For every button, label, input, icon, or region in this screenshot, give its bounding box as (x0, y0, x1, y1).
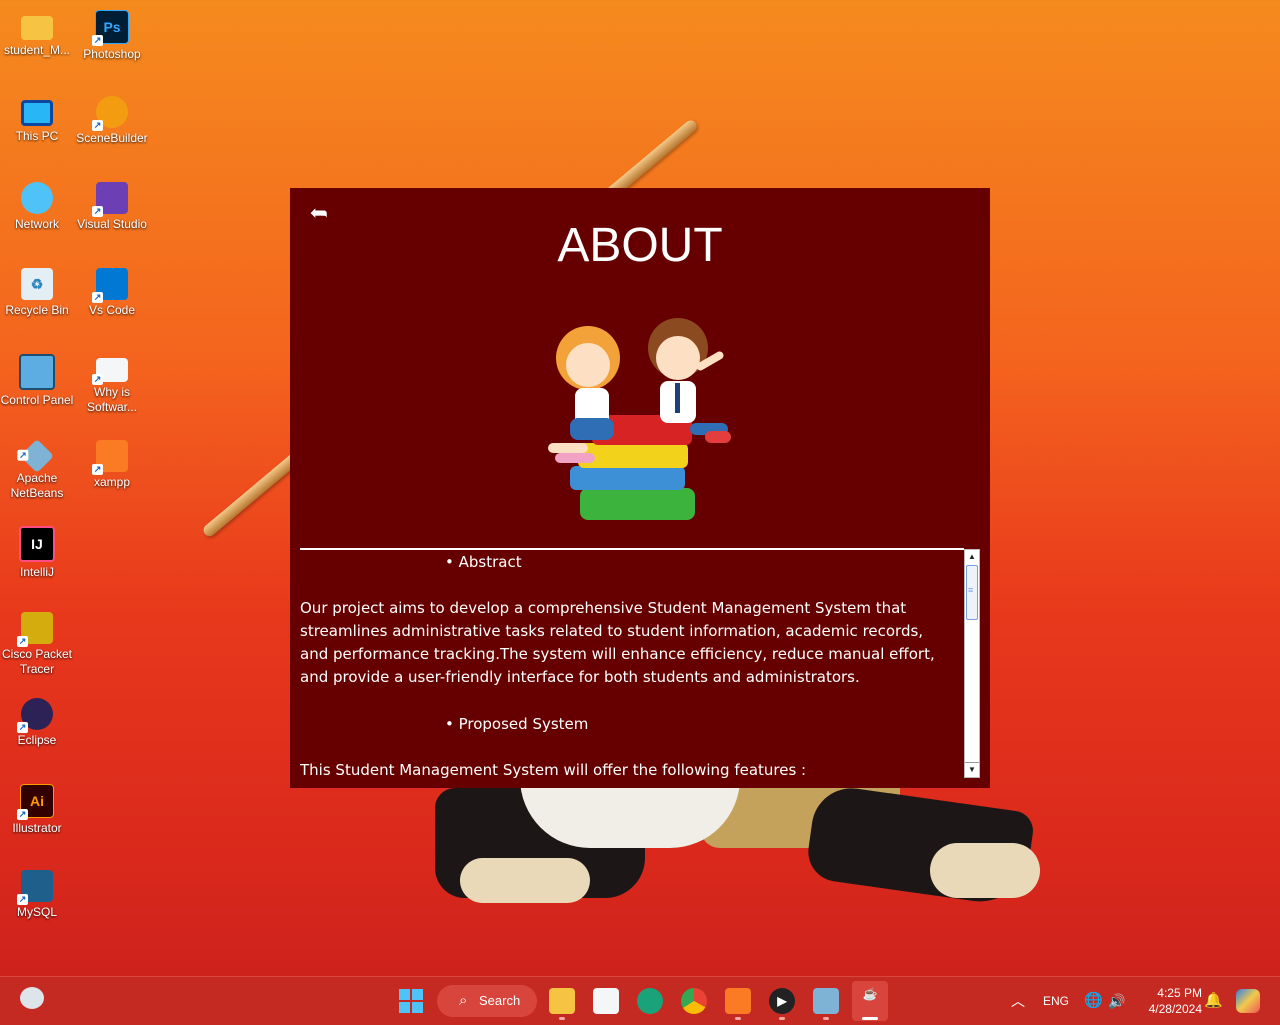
desktop-icon-recycle-bin[interactable]: ♻ Recycle Bin (0, 264, 74, 318)
file-explorer-icon[interactable] (549, 988, 575, 1014)
scenebuilder-icon: ↗ (92, 96, 128, 131)
heading-abstract: • Abstract (445, 553, 522, 571)
chrome-icon[interactable] (681, 988, 707, 1014)
desktop-icon-control-panel[interactable]: Control Panel (0, 350, 74, 408)
store-icon[interactable] (593, 988, 619, 1014)
desktop-icon-mysql[interactable]: ↗ MySQL (0, 866, 74, 920)
edge-icon[interactable] (637, 988, 663, 1014)
running-indicator (823, 1017, 829, 1020)
cisco-icon: ↗ (17, 612, 53, 647)
abstract-line-4: and provide a user-friendly interface fo… (300, 668, 860, 686)
kids-on-books-illustration (548, 318, 731, 520)
proposed-system-intro: This Student Management System will offe… (300, 761, 807, 778)
desktop-icon-netbeans[interactable]: ↗ Apache NetBeans (0, 436, 74, 501)
desktop-icon-illustrator[interactable]: Ai ↗ Illustrator (0, 780, 74, 836)
eclipse-icon: ↗ (17, 698, 53, 733)
heading-proposed-system: • Proposed System (445, 715, 589, 733)
about-text-area[interactable]: • Abstract Our project aims to develop a… (300, 550, 964, 778)
netbeans-icon: ↗ (17, 439, 54, 473)
visual-studio-icon: ↗ (92, 182, 128, 217)
abstract-line-1: Our project aims to develop a comprehens… (300, 599, 907, 617)
xampp-icon: ↗ (92, 440, 128, 475)
xampp-taskbar-icon[interactable] (725, 988, 751, 1014)
mysql-icon: ↗ (17, 870, 53, 905)
control-panel-icon (19, 354, 55, 390)
recycle-bin-icon: ♻ (21, 268, 53, 300)
folder-icon (21, 16, 53, 40)
illustrator-icon: Ai ↗ (17, 784, 54, 820)
intellij-icon: IJ (19, 526, 55, 562)
desktop-icon-xampp[interactable]: ↗ xampp (75, 436, 149, 490)
about-window: ➦ ABOUT • Abstract Our project aims to d… (290, 188, 990, 788)
desktop-icon-vscode[interactable]: ↗ Vs Code (75, 264, 149, 318)
clock[interactable]: 4:25 PM 4/28/2024 (1136, 985, 1202, 1017)
taskbar: ⌕ Search ▶ ☕ ︿ ENG 🌐 🔊 4:25 PM 4/28/2024… (0, 976, 1280, 1025)
document-icon: ↗ (92, 358, 128, 385)
clock-date: 4/28/2024 (1148, 1002, 1202, 1016)
scroll-down-icon[interactable]: ▼ (965, 762, 979, 777)
running-indicator (735, 1017, 741, 1020)
active-indicator (862, 1017, 878, 1020)
desktop-icon-photoshop[interactable]: Ps ↗ Photoshop (75, 6, 149, 62)
taskbar-search[interactable]: ⌕ Search (437, 985, 537, 1017)
vscode-icon: ↗ (92, 268, 128, 303)
vertical-scrollbar[interactable]: ▲ ▼ (964, 549, 980, 778)
notification-bell-icon[interactable]: 🔔 (1204, 977, 1223, 1025)
page-title: ABOUT (557, 219, 723, 272)
desktop-icon-scenebuilder[interactable]: ↗ SceneBuilder (75, 92, 149, 146)
clock-time: 4:25 PM (1157, 986, 1202, 1000)
desktop-icon-cisco-packet-tracer[interactable]: ↗ Cisco Packet Tracer (0, 608, 74, 677)
network-status-icon[interactable]: 🌐 (1084, 977, 1103, 1025)
network-icon (21, 182, 53, 214)
scroll-up-icon[interactable]: ▲ (965, 550, 979, 564)
running-indicator (779, 1017, 785, 1020)
abstract-line-3: and performance tracking.The system will… (300, 645, 935, 663)
volume-icon[interactable]: 🔊 (1108, 977, 1125, 1025)
media-player-icon[interactable]: ▶ (769, 988, 795, 1014)
start-button[interactable] (399, 989, 423, 1013)
scroll-thumb[interactable] (966, 565, 978, 620)
language-indicator[interactable]: ENG (1043, 977, 1069, 1025)
copilot-icon[interactable] (1236, 989, 1260, 1013)
desktop-icon-this-pc[interactable]: This PC (0, 92, 74, 144)
wallpaper-panda (430, 778, 1050, 908)
monitor-icon (21, 100, 53, 126)
desktop-icon-visual-studio[interactable]: ↗ Visual Studio (75, 178, 149, 232)
java-app-icon[interactable]: ☕ (852, 981, 888, 1021)
chevron-up-icon[interactable]: ︿ (1011, 977, 1025, 1025)
photoshop-icon: Ps ↗ (92, 10, 129, 46)
netbeans-taskbar-icon[interactable] (813, 988, 839, 1014)
desktop-icon-intellij[interactable]: IJ IntelliJ (0, 522, 74, 580)
desktop-icon-eclipse[interactable]: ↗ Eclipse (0, 694, 74, 748)
desktop-icon-why-is-software[interactable]: ↗ Why is Softwar... (75, 350, 149, 415)
search-icon: ⌕ (459, 992, 468, 1009)
running-indicator (559, 1017, 565, 1020)
abstract-line-2: streamlines administrative tasks related… (300, 622, 924, 640)
desktop-icon-network[interactable]: Network (0, 178, 74, 232)
weather-icon[interactable] (20, 987, 44, 1009)
desktop-icon-student-folder[interactable]: student_M... (0, 6, 74, 58)
